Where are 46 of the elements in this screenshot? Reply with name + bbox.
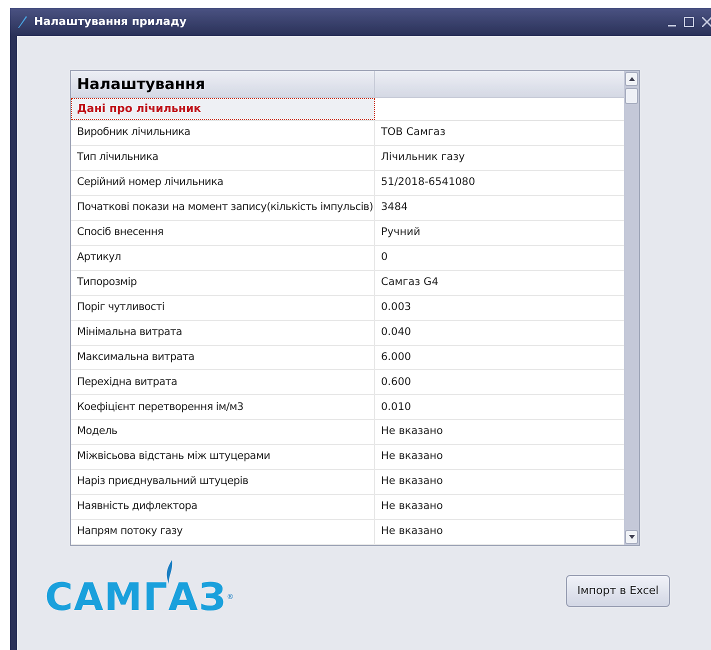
property-name: Серійний номер лічильника [71,170,375,195]
column-header: Налаштування [71,71,375,97]
property-value[interactable]: ТОВ Самгаз [375,121,624,146]
property-name: Початкові покази на момент запису(кількість імпульсів) [71,196,375,220]
property-name: Перехідна витрата [71,370,375,394]
property-value[interactable]: 0.010 [375,395,624,420]
property-value[interactable]: 6.000 [375,346,624,370]
property-value[interactable]: 0.600 [375,370,624,394]
pen-icon [16,15,28,29]
property-name: Мінімальна витрата [71,320,375,345]
property-value[interactable]: 3484 [375,196,624,220]
scroll-up-icon[interactable] [628,77,635,81]
property-name: Поріг чутливості [71,296,375,320]
property-value[interactable]: Не вказано [375,445,624,470]
property-value[interactable]: 0.003 [375,296,624,320]
property-name: Наріз приєднувальний штуцерів [71,470,375,494]
maximize-icon[interactable] [684,17,694,27]
property-name: Максимальна витрата [71,346,375,370]
property-value[interactable]: 0 [375,246,624,270]
property-value[interactable]: Не вказано [375,520,624,544]
property-name: Тип лічильника [71,146,375,170]
logo-text: САМГАЗ [45,578,227,616]
property-value[interactable]: Не вказано [375,495,624,520]
property-name: Спосіб внесення [71,220,375,245]
property-value[interactable]: Не вказано [375,420,624,444]
property-name: Модель [71,420,375,444]
property-name: Наявність дифлектора [71,495,375,520]
scroll-thumb[interactable] [625,88,638,104]
property-name: Виробник лічильника [71,121,375,146]
property-value[interactable]: Не вказано [375,470,624,494]
property-name: Коефіцієнт перетворення ім/м3 [71,395,375,420]
property-name: Типорозмір [71,270,375,295]
property-value[interactable]: Ручний [375,220,624,245]
property-value[interactable]: 51/2018-6541080 [375,170,624,195]
property-name: Міжвісьова відстань між штуцерами [71,445,375,470]
property-value[interactable]: 0.040 [375,320,624,345]
property-value[interactable]: Самгаз G4 [375,270,624,295]
property-name: Артикул [71,246,375,270]
window-title: Налаштування приладу [34,14,187,30]
property-name: Напрям потоку газу [71,520,375,544]
scroll-down-icon[interactable] [628,535,635,539]
import-button[interactable]: Імпорт в Excel [566,575,670,607]
category-row[interactable]: Дані про лічильник [71,98,375,120]
property-value[interactable]: Лічильник газу [375,146,624,170]
scrollbar[interactable] [624,71,639,545]
close-icon[interactable] [702,17,711,27]
